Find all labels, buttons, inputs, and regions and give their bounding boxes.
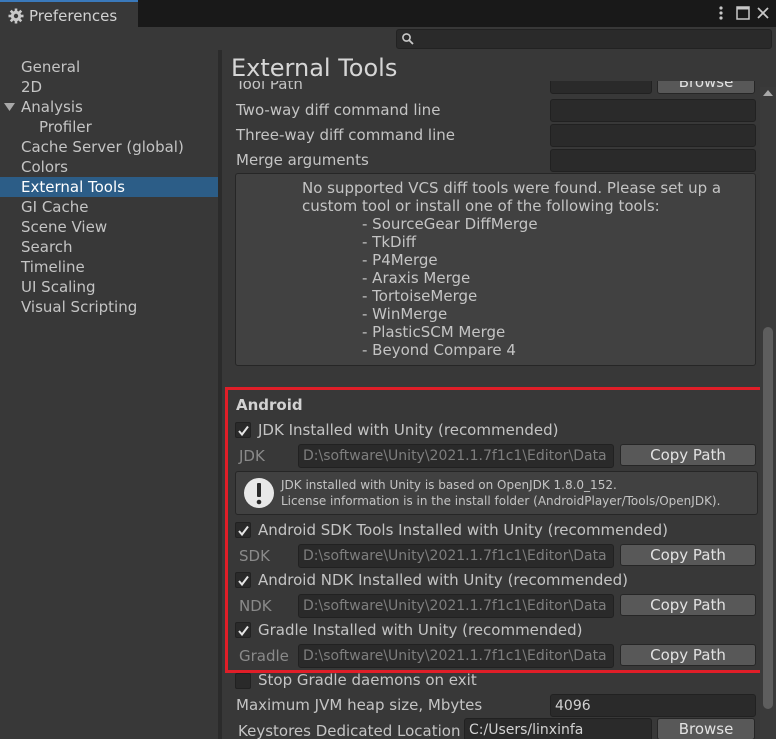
kebab-menu-icon[interactable]: [712, 4, 730, 22]
maximize-icon[interactable]: [734, 4, 752, 22]
keystores-path-field[interactable]: C:/Users/linxinfa: [464, 718, 652, 739]
stop-gradle-label: Stop Gradle daemons on exit: [258, 671, 477, 689]
search-input[interactable]: [396, 29, 772, 49]
two-way-diff-field[interactable]: [550, 99, 756, 122]
tab-preferences[interactable]: Preferences: [0, 0, 138, 28]
vcs-tool-item: - PlasticSCM Merge: [362, 323, 506, 341]
merge-arguments-label: Merge arguments: [236, 151, 369, 169]
keystores-label: Keystores Dedicated Location: [238, 722, 461, 739]
jvm-heap-label: Maximum JVM heap size, Mbytes: [236, 696, 483, 714]
vcs-info-box: No supported VCS diff tools were found. …: [235, 173, 756, 366]
sidebar-item-2d[interactable]: 2D: [0, 77, 218, 97]
sidebar: General 2D Analysis Profiler Cache Serve…: [0, 50, 218, 739]
triangle-down-icon[interactable]: [4, 102, 15, 112]
tab-title: Preferences: [29, 7, 118, 25]
three-way-diff-label: Three-way diff command line: [236, 126, 455, 144]
sidebar-item-cache-server[interactable]: Cache Server (global): [0, 137, 218, 157]
main-panel: Tool Path Browse External Tools Two-way …: [222, 50, 776, 739]
keystores-browse-button[interactable]: Browse: [657, 718, 755, 739]
sidebar-item-search[interactable]: Search: [0, 237, 218, 257]
sidebar-item-profiler[interactable]: Profiler: [0, 117, 218, 137]
vcs-tool-item: - SourceGear DiffMerge: [362, 215, 538, 233]
scrollbar-thumb[interactable]: [763, 327, 773, 709]
merge-arguments-field[interactable]: [550, 149, 756, 172]
vcs-info-line: custom tool or install one of the follow…: [302, 197, 660, 215]
page-title: External Tools: [231, 54, 398, 82]
vcs-tool-item: - WinMerge: [362, 305, 448, 323]
vcs-tool-item: - Beyond Compare 4: [362, 341, 516, 359]
gear-icon: [8, 8, 24, 24]
close-icon[interactable]: [754, 4, 772, 22]
sidebar-item-visual-scripting[interactable]: Visual Scripting: [0, 297, 218, 317]
vcs-tool-item: - P4Merge: [362, 251, 438, 269]
three-way-diff-field[interactable]: [550, 124, 756, 147]
vcs-tool-item: - TortoiseMerge: [362, 287, 478, 305]
sidebar-item-colors[interactable]: Colors: [0, 157, 218, 177]
sidebar-item-timeline[interactable]: Timeline: [0, 257, 218, 277]
search-icon: [402, 33, 414, 45]
sidebar-item-ui-scaling[interactable]: UI Scaling: [0, 277, 218, 297]
highlight-rectangle: [225, 387, 769, 673]
sidebar-item-scene-view[interactable]: Scene View: [0, 217, 218, 237]
vcs-tool-item: - Araxis Merge: [362, 269, 471, 287]
stop-gradle-checkbox[interactable]: [235, 673, 251, 689]
sidebar-item-general[interactable]: General: [0, 57, 218, 77]
title-bar: Preferences: [0, 0, 776, 28]
sidebar-item-external-tools[interactable]: External Tools: [0, 177, 218, 197]
two-way-diff-label: Two-way diff command line: [236, 101, 441, 119]
scroll-up-arrow-icon[interactable]: [762, 88, 774, 98]
sidebar-item-gi-cache[interactable]: GI Cache: [0, 197, 218, 217]
vcs-tool-item: - TkDiff: [362, 233, 417, 251]
jvm-heap-field[interactable]: 4096: [550, 694, 756, 717]
sidebar-item-analysis[interactable]: Analysis: [0, 97, 218, 117]
vcs-info-line: No supported VCS diff tools were found. …: [302, 179, 722, 197]
page-header: External Tools: [222, 50, 760, 82]
